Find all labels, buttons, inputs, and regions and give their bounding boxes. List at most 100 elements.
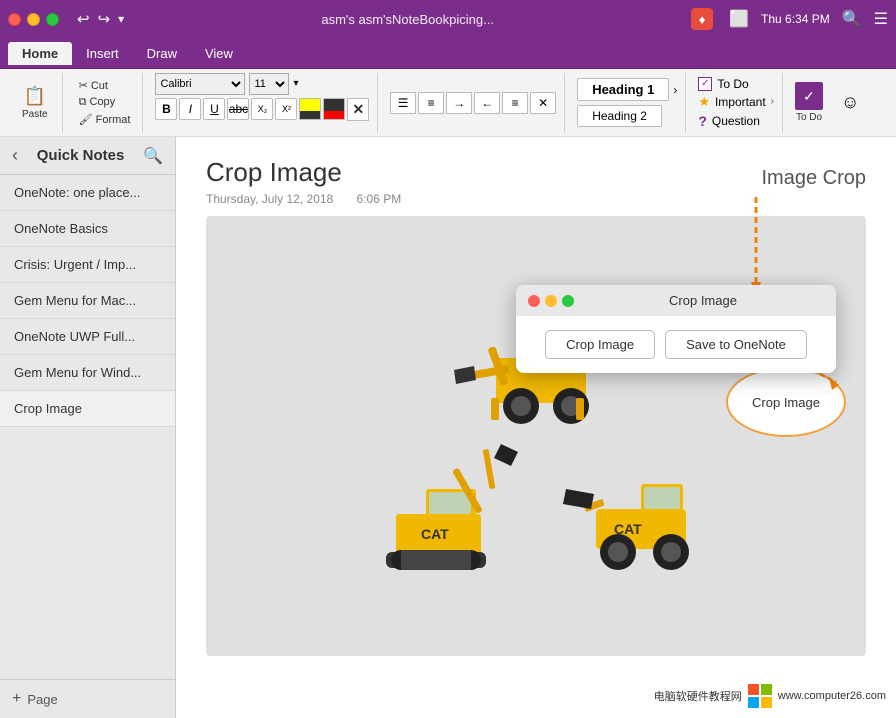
format-icon: 🖌: [79, 114, 93, 126]
question-label: Question: [712, 114, 760, 128]
title-bar-right: ♦ ⬜ Thu 6:34 PM 🔍 ☰: [691, 8, 888, 30]
bold-button[interactable]: B: [155, 98, 177, 120]
underline-button[interactable]: U: [203, 98, 225, 120]
popup-close-button[interactable]: [528, 295, 540, 307]
save-to-onenote-button[interactable]: Save to OneNote: [665, 330, 807, 359]
tab-home[interactable]: Home: [8, 42, 72, 65]
sidebar-item-crop-image[interactable]: Crop Image: [0, 391, 175, 427]
back-button[interactable]: ‹: [12, 145, 18, 166]
important-label: Important: [715, 95, 766, 109]
smiley-icon: ☺: [841, 92, 859, 113]
todo-item[interactable]: ✓ To Do: [698, 77, 774, 91]
main-layout: ‹ Quick Notes 🔍 OneNote: one place... On…: [0, 137, 896, 718]
indent-decrease-button[interactable]: ←: [474, 92, 500, 114]
todo-big-icon: ✓: [795, 82, 823, 110]
popup-minimize-button[interactable]: [545, 295, 557, 307]
copy-icon: ⧉: [79, 96, 87, 108]
more-format-button[interactable]: ✕: [530, 92, 556, 114]
sidebar-item-gem-wind[interactable]: Gem Menu for Wind...: [0, 355, 175, 391]
cut-button[interactable]: ✂ Cut: [75, 78, 135, 93]
heading2-button[interactable]: Heading 2: [577, 105, 662, 127]
align-button[interactable]: ≡: [502, 92, 528, 114]
headings-group: Heading 1 › Heading 2: [569, 73, 686, 133]
important-item[interactable]: ★ Important ›: [698, 94, 774, 110]
sidebar-search-button[interactable]: 🔍: [143, 146, 163, 166]
indent-increase-button[interactable]: →: [446, 92, 472, 114]
search-icon[interactable]: 🔍: [842, 9, 862, 29]
format-row: B I U abc X₂ X² ✕: [155, 98, 369, 121]
ribbon-tabs: Home Insert Draw View: [0, 38, 896, 68]
todo-big-button[interactable]: ✓ To Do: [787, 76, 831, 130]
tab-insert[interactable]: Insert: [72, 42, 133, 65]
subscript-button[interactable]: X₂: [251, 98, 273, 120]
truck-excavator: CAT: [346, 444, 526, 574]
clipboard-small-group: ✂ Cut ⧉ Copy 🖌 Format: [75, 78, 135, 127]
sidebar-item-onenote-uwp[interactable]: OneNote UWP Full...: [0, 319, 175, 355]
plus-icon: +: [12, 690, 21, 708]
window-title: asm's asm'sNoteBookpicing...: [124, 12, 691, 27]
title-bar: ↩ ↪ ▾ asm's asm'sNoteBookpicing... ♦ ⬜ T…: [0, 0, 896, 38]
tags-group: ✓ To Do ★ Important › ? Question: [690, 73, 783, 133]
minimize-button[interactable]: [27, 13, 40, 26]
win-sq-red: [748, 684, 759, 695]
font-size-select[interactable]: 11: [249, 73, 289, 95]
undo-icon[interactable]: ↩: [77, 10, 90, 28]
content-bg: Crop Image Thursday, July 12, 2018 6:06 …: [176, 137, 896, 718]
close-button[interactable]: [8, 13, 21, 26]
trucks-image-area: CAT: [206, 216, 866, 656]
crop-image-popup: Crop Image Crop Image Save to OneNote: [516, 285, 836, 373]
sidebar-item-crisis[interactable]: Crisis: Urgent / Imp...: [0, 247, 175, 283]
tab-draw[interactable]: Draw: [133, 42, 191, 65]
question-item[interactable]: ? Question: [698, 113, 774, 129]
paste-group: 📋 Paste: [8, 73, 63, 133]
format-button[interactable]: 🖌 Format: [75, 112, 135, 127]
sidebar-item-gem-mac[interactable]: Gem Menu for Mac...: [0, 283, 175, 319]
callout-bubble: Crop Image: [726, 367, 846, 437]
question-icon: ?: [698, 113, 707, 129]
clipboard-group: ✂ Cut ⧉ Copy 🖌 Format: [67, 73, 144, 133]
copy-button[interactable]: ⧉ Copy: [75, 95, 135, 110]
emoji-button[interactable]: ☺: [835, 92, 865, 113]
callout-text: Crop Image: [752, 395, 820, 410]
scissors-icon: ✂: [79, 80, 88, 92]
sidebar: ‹ Quick Notes 🔍 OneNote: one place... On…: [0, 137, 176, 718]
star-icon: ★: [698, 94, 710, 110]
font-family-select[interactable]: Calibri: [155, 73, 245, 95]
heading1-button[interactable]: Heading 1: [577, 78, 669, 101]
svg-text:CAT: CAT: [421, 526, 449, 542]
strikethrough-button[interactable]: abc: [227, 98, 249, 120]
popup-traffic-lights: [528, 295, 574, 307]
redo-icon[interactable]: ↪: [98, 10, 111, 28]
superscript-button[interactable]: X²: [275, 98, 297, 120]
highlight-color-button[interactable]: [299, 98, 321, 120]
content-area: Crop Image Thursday, July 12, 2018 6:06 …: [176, 137, 896, 718]
sidebar-item-onenote-basics[interactable]: OneNote Basics: [0, 211, 175, 247]
list-group: ☰ ≡ → ← ≡ ✕: [382, 73, 565, 133]
watermark: 电脑软硬件教程网 www.computer26.com: [654, 684, 886, 708]
paste-button[interactable]: 📋 Paste: [16, 79, 54, 127]
crop-image-button[interactable]: Crop Image: [545, 330, 655, 359]
sidebar-header: ‹ Quick Notes 🔍: [0, 137, 175, 175]
win-sq-green: [761, 684, 772, 695]
clear-format-button[interactable]: ✕: [347, 98, 369, 121]
display-icon: ⬜: [729, 9, 749, 29]
popup-maximize-button[interactable]: [562, 295, 574, 307]
sidebar-item-onenote-one[interactable]: OneNote: one place...: [0, 175, 175, 211]
note-date: Thursday, July 12, 2018: [206, 192, 333, 206]
bullet-list-button[interactable]: ☰: [390, 92, 416, 114]
menu-icon[interactable]: ☰: [874, 9, 888, 29]
expand-icon[interactable]: ›: [673, 83, 677, 97]
numbered-list-button[interactable]: ≡: [418, 92, 444, 114]
tab-view[interactable]: View: [191, 42, 247, 65]
expand-important-icon[interactable]: ›: [771, 96, 774, 107]
maximize-button[interactable]: [46, 13, 59, 26]
note-meta: Thursday, July 12, 2018 6:06 PM: [206, 192, 866, 206]
popup-titlebar: Crop Image: [516, 285, 836, 316]
italic-button[interactable]: I: [179, 98, 201, 120]
todo-label: To Do: [717, 77, 748, 91]
win-sq-yellow: [761, 697, 772, 708]
font-color-button[interactable]: [323, 98, 345, 120]
add-page-footer[interactable]: + Page: [0, 679, 175, 718]
todo-checkbox: ✓: [698, 77, 712, 91]
add-page-label: Page: [27, 692, 57, 707]
